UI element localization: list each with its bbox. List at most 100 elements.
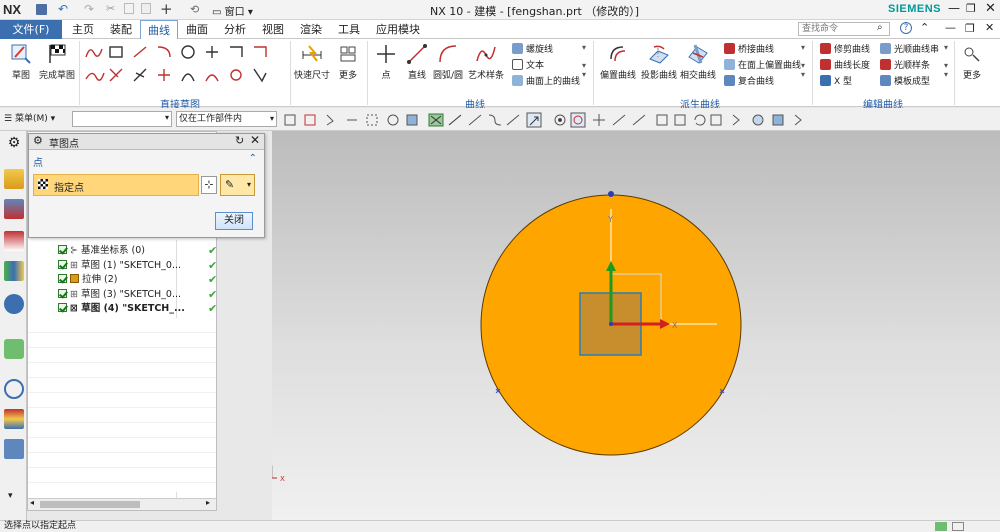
window-menu[interactable]: ▭ 窗口 ▾ — [212, 3, 253, 18]
studio-spline-button[interactable]: 艺术样条 — [466, 41, 506, 89]
close-window-button[interactable]: ✕ — [985, 1, 996, 16]
save-icon[interactable] — [36, 4, 47, 15]
tab-analysis[interactable]: 分析 — [216, 20, 254, 39]
more-sketch-button[interactable]: 更多 — [334, 41, 362, 89]
history-icon[interactable] — [4, 339, 24, 359]
type-filter-select[interactable]: ▾ — [72, 111, 172, 127]
trim-curve-button[interactable]: 修剪曲线 — [820, 43, 870, 58]
tree-item-sketch-4[interactable]: ⊠ 草图 (4) "SKETCH_... — [58, 302, 185, 316]
close-button[interactable]: 关闭 — [215, 212, 253, 230]
curve-on-surface-button[interactable]: 曲面上的曲线 — [512, 75, 580, 90]
x-form-button[interactable]: X 型 — [820, 75, 852, 90]
collapse-icon[interactable]: ⌃ — [249, 153, 257, 164]
resource-bar-scroll-down-icon[interactable]: ▾ — [8, 491, 13, 501]
tab-surface[interactable]: 曲面 — [178, 20, 216, 39]
curve-group-dropdown[interactable]: ▾ ▾ ▾ — [582, 43, 586, 79]
assembly-navigator-icon[interactable] — [4, 199, 24, 219]
settings-gear-icon[interactable]: ⚙ — [4, 135, 24, 155]
scroll-thumb[interactable] — [40, 501, 140, 508]
add-icon[interactable]: + — [160, 0, 173, 18]
restore-button[interactable]: ❐ — [966, 2, 976, 15]
more-edit-button[interactable]: 更多 — [958, 41, 986, 89]
visibility-checkbox[interactable] — [58, 289, 67, 298]
snap-toolbar-icons[interactable] — [283, 112, 823, 128]
tab-assembly[interactable]: 装配 — [102, 20, 140, 39]
tab-file[interactable]: 文件(F) — [0, 20, 62, 39]
project-curve-button[interactable]: 投影曲线 — [640, 41, 678, 89]
sketch-curve-tools[interactable] — [82, 43, 277, 89]
offset-on-face-button[interactable]: 在面上偏置曲线 — [724, 59, 801, 74]
smooth-spline-button[interactable]: 光顺样条 — [880, 59, 930, 74]
navigator-horizontal-scrollbar[interactable]: ◂ ▸ — [28, 498, 216, 510]
visibility-checkbox[interactable] — [58, 245, 67, 254]
repeat-command-icon[interactable]: ⟲ — [190, 3, 199, 16]
redo-icon[interactable]: ↷ — [84, 2, 94, 16]
visibility-checkbox[interactable] — [58, 274, 67, 283]
tree-item-sketch-1[interactable]: ⊞ 草图 (1) "SKETCH_0... — [58, 259, 181, 273]
clock-icon[interactable] — [4, 379, 24, 399]
arc-circle-button[interactable]: 圆弧/圆 — [432, 41, 464, 89]
tab-tools[interactable]: 工具 — [330, 20, 368, 39]
tree-item-datum-csys[interactable]: ⊱ 基准坐标系 (0) — [58, 244, 145, 258]
specify-point-row[interactable]: 指定点 — [33, 174, 199, 196]
undo-icon[interactable]: ↶ — [58, 2, 68, 16]
line-button[interactable]: 直线 — [402, 41, 432, 89]
tab-render[interactable]: 渲染 — [292, 20, 330, 39]
search-icon[interactable]: ⌕ — [877, 22, 883, 33]
circle-quadrant-point-top — [608, 191, 614, 197]
scope-select[interactable]: 仅在工作部件内 ▾ — [176, 111, 277, 127]
sketch-button[interactable]: 草图 — [4, 41, 38, 89]
offset-curve-button[interactable]: 偏置曲线 — [598, 41, 638, 89]
tab-applications[interactable]: 应用模块 — [368, 20, 428, 39]
web-browser-icon[interactable] — [4, 294, 24, 314]
cut-icon[interactable]: ✂ — [106, 2, 115, 15]
menu-button[interactable]: ☰ 菜单(M) ▾ — [4, 112, 55, 127]
scroll-right-icon[interactable]: ▸ — [206, 498, 210, 507]
tree-item-sketch-3[interactable]: ⊞ 草图 (3) "SKETCH_0... — [58, 288, 181, 302]
tab-curve[interactable]: 曲线 — [140, 20, 178, 39]
paste-icon[interactable] — [141, 3, 151, 14]
edit-group-dropdown[interactable]: ▾ ▾ ▾ — [944, 43, 948, 79]
dialog-close-icon[interactable]: ✕ — [250, 133, 260, 147]
point-button[interactable]: 点 — [372, 41, 400, 89]
collapse-ribbon-icon[interactable]: ⌃ — [920, 21, 929, 34]
intersect-curve-button[interactable]: 相交曲线 — [678, 41, 718, 89]
quick-dimension-button[interactable]: 快速尺寸 — [294, 41, 330, 89]
curve-length-button[interactable]: 曲线长度 — [820, 59, 870, 74]
doc-close-button[interactable]: ✕ — [985, 21, 994, 34]
scroll-left-icon[interactable]: ◂ — [30, 498, 34, 507]
text-button[interactable]: 文本 — [512, 59, 544, 74]
doc-minimize-button[interactable]: — — [945, 21, 956, 34]
dialog-title: 草图点 — [49, 139, 79, 150]
derived-group-dropdown[interactable]: ▾ ▾ ▾ — [801, 43, 805, 79]
visibility-checkbox[interactable] — [58, 260, 67, 269]
tab-home[interactable]: 主页 — [64, 20, 102, 39]
helix-button[interactable]: 螺旋线 — [512, 43, 553, 58]
status-tile-icon[interactable] — [952, 522, 964, 531]
graphics-window[interactable]: X Y X Y — [272, 131, 1000, 520]
reset-icon[interactable]: ↻ — [235, 134, 244, 147]
help-icon[interactable]: ? — [900, 22, 912, 34]
visibility-checkbox[interactable] — [58, 303, 67, 312]
tree-item-extrude-2[interactable]: 拉伸 (2) — [58, 273, 118, 287]
copy-icon[interactable] — [124, 3, 134, 14]
model-view[interactable]: X Y X Y — [272, 131, 1000, 520]
reuse-library-icon[interactable] — [4, 261, 24, 281]
composite-curve-button[interactable]: 复合曲线 — [724, 75, 774, 90]
minimize-button[interactable]: — — [948, 1, 960, 15]
part-navigator-icon[interactable] — [4, 169, 24, 189]
section-header[interactable]: 点 ⌃ — [33, 153, 259, 169]
template-shape-button[interactable]: 模板成型 — [880, 75, 930, 90]
bridge-curve-button[interactable]: 桥接曲线 — [724, 43, 774, 58]
inferred-point-dropdown[interactable]: ✎ ▾ — [220, 174, 255, 196]
finish-sketch-button[interactable]: 完成草图 — [38, 41, 76, 89]
status-filter-icon[interactable] — [935, 522, 947, 531]
point-dialog-button[interactable]: ⊹ — [201, 176, 217, 194]
constraint-navigator-icon[interactable] — [4, 231, 24, 251]
role-icon[interactable] — [4, 439, 24, 459]
smooth-curve-chain-button[interactable]: 光顺曲线串 — [880, 43, 939, 58]
tab-view[interactable]: 视图 — [254, 20, 292, 39]
doc-restore-button[interactable]: ❐ — [965, 22, 975, 35]
palette-icon[interactable] — [4, 409, 24, 429]
dialog-gear-icon[interactable]: ⚙ — [33, 134, 43, 147]
